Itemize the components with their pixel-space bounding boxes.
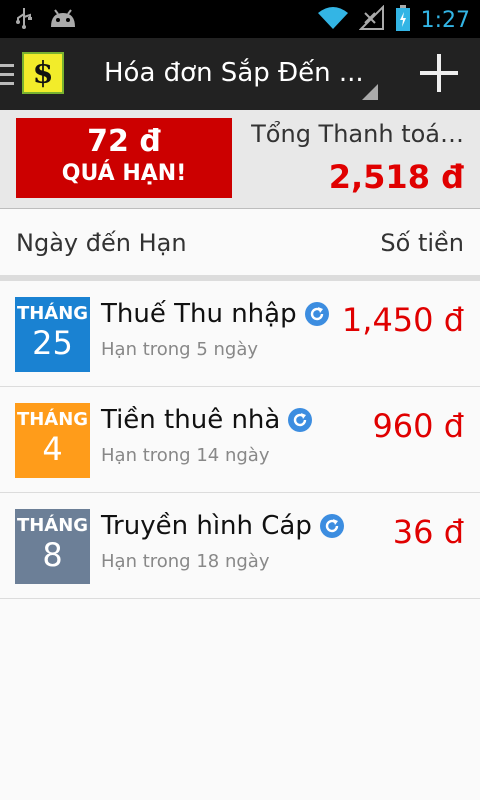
bill-due-text: Hạn trong 5 ngày xyxy=(101,339,259,360)
list-item[interactable]: THÁNG 4 Tiền thuê nhà Hạn trong 14 ngày … xyxy=(0,387,480,493)
date-badge-day: 4 xyxy=(42,430,63,468)
status-bar: 1:27 xyxy=(0,0,480,38)
overdue-box[interactable]: 72 đ QUÁ HẠN! xyxy=(16,118,232,198)
overdue-label: QUÁ HẠN! xyxy=(61,161,187,186)
bill-amount: 960 đ xyxy=(372,407,464,445)
android-icon xyxy=(48,7,78,33)
battery-icon xyxy=(395,4,411,36)
date-badge: THÁNG 25 xyxy=(15,297,90,372)
bill-due-text: Hạn trong 18 ngày xyxy=(101,551,270,572)
repeat-icon xyxy=(304,302,329,326)
date-badge-day: 8 xyxy=(42,536,63,574)
usb-icon xyxy=(14,6,34,34)
action-bar: $ Hóa đơn Sắp Đến ... xyxy=(0,38,480,110)
total-payment-label: Tổng Thanh toá… xyxy=(251,120,464,148)
wifi-icon xyxy=(317,5,349,35)
bill-name-text: Thuế Thu nhập xyxy=(101,299,297,329)
add-bill-button[interactable] xyxy=(416,50,462,96)
date-badge: THÁNG 4 xyxy=(15,403,90,478)
bill-amount: 1,450 đ xyxy=(341,301,464,339)
date-badge-month: THÁNG xyxy=(16,303,89,324)
bill-due-text: Hạn trong 14 ngày xyxy=(101,445,270,466)
spinner-arrow-icon xyxy=(362,84,378,100)
bill-name-text: Truyền hình Cáp xyxy=(101,511,312,541)
amount-column-header[interactable]: Số tiền xyxy=(380,229,464,257)
bill-name: Thuế Thu nhập xyxy=(101,299,329,329)
overdue-amount: 72 đ xyxy=(87,124,161,159)
clock: 1:27 xyxy=(420,7,470,33)
list-item[interactable]: THÁNG 25 Thuế Thu nhập Hạn trong 5 ngày … xyxy=(0,281,480,387)
app-logo-dollar-icon[interactable]: $ xyxy=(22,52,64,94)
list-item[interactable]: THÁNG 8 Truyền hình Cáp Hạn trong 18 ngà… xyxy=(0,493,480,599)
date-badge-day: 25 xyxy=(32,324,73,362)
date-badge-month: THÁNG xyxy=(16,409,89,430)
signal-icon xyxy=(358,4,385,35)
bill-amount: 36 đ xyxy=(392,513,464,551)
bill-name: Tiền thuê nhà xyxy=(101,405,313,435)
due-date-column-header[interactable]: Ngày đến Hạn xyxy=(16,229,187,257)
bill-name: Truyền hình Cáp xyxy=(101,511,344,541)
summary-panel: 72 đ QUÁ HẠN! Tổng Thanh toá… 2,518 đ xyxy=(0,110,480,209)
repeat-icon xyxy=(288,408,313,432)
bill-filter-spinner[interactable]: Hóa đơn Sắp Đến ... xyxy=(104,58,364,88)
date-badge: THÁNG 8 xyxy=(15,509,90,584)
list-header: Ngày đến Hạn Số tiền xyxy=(0,209,480,281)
total-payment-value: 2,518 đ xyxy=(328,158,464,196)
bill-name-text: Tiền thuê nhà xyxy=(101,405,281,435)
drawer-icon[interactable] xyxy=(0,64,14,86)
date-badge-month: THÁNG xyxy=(16,515,89,536)
bill-list: THÁNG 25 Thuế Thu nhập Hạn trong 5 ngày … xyxy=(0,281,480,599)
repeat-icon xyxy=(319,514,344,538)
